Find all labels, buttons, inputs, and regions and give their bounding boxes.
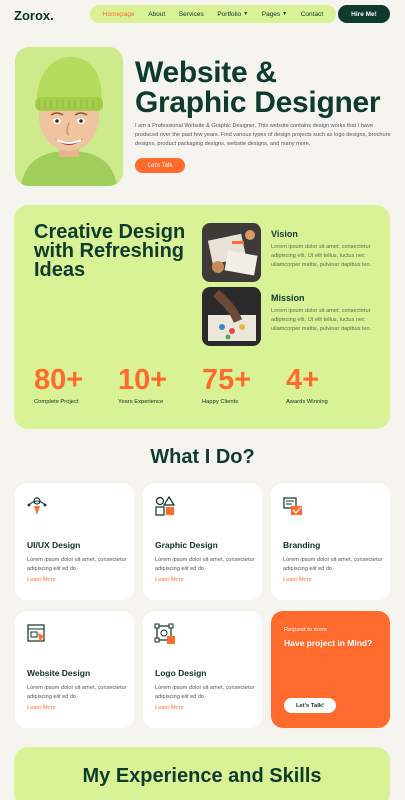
web-cursor-icon: [27, 624, 46, 643]
branding-board-icon: [283, 497, 302, 515]
cta-kicker: Request to more: [284, 627, 327, 633]
experience-panel: My Experience and Skills: [14, 747, 390, 800]
learn-more-link[interactable]: Learn More: [27, 705, 56, 711]
mission-photo: [202, 287, 261, 346]
card-desc: Lorem ipsum dolor sit amet, consectetur …: [283, 557, 383, 572]
service-card-branding[interactable]: Branding Lorem ipsum dolor sit amet, con…: [271, 483, 390, 600]
portrait-illustration: [15, 47, 123, 186]
card-desc: Lorem ipsum dolor sit amet, consectetur …: [27, 685, 127, 700]
vision-photo: [202, 223, 261, 282]
card-title: Website Design: [27, 668, 91, 678]
mission-image: [202, 287, 261, 346]
service-card-logo[interactable]: Logo Design Lorem ipsum dolor sit amet, …: [143, 611, 262, 728]
site-header: Zorox. Homepage About Services Portfolio…: [0, 0, 405, 30]
uiux-pen-icon: [27, 497, 47, 515]
nav-homepage[interactable]: Homepage: [103, 11, 135, 18]
hero-description: I am a Professional Website & Graphic De…: [135, 123, 391, 147]
nav-label: Contact: [300, 10, 324, 18]
nav-label: Services: [178, 10, 204, 18]
stat-awards: 4+ Awards Winning: [286, 365, 328, 405]
cta-headline: Have project in Mind?: [284, 638, 373, 648]
experience-title: My Experience and Skills: [82, 765, 322, 787]
cta-lets-talk-button[interactable]: Let's Talk!: [284, 698, 336, 713]
vision-desc: Lorem ipsum dolor sit amet, consectetur …: [271, 244, 372, 268]
chevron-down-icon: ▼: [282, 11, 288, 17]
nav-about[interactable]: About: [148, 11, 165, 18]
creative-panel: Creative Design with Refreshing Ideas Vi…: [14, 205, 390, 429]
learn-more-link[interactable]: Learn More: [27, 577, 56, 583]
chevron-down-icon: ▼: [243, 11, 249, 17]
nav-label: Pages: [261, 10, 281, 18]
learn-more-link[interactable]: Learn More: [155, 705, 184, 711]
nav-label: Homepage: [102, 10, 135, 18]
card-title: Graphic Design: [155, 540, 218, 550]
card-desc: Lorem ipsum dolor sit amet, consectetur …: [155, 685, 255, 700]
card-title: Branding: [283, 540, 321, 550]
vision-title: Vision: [271, 229, 298, 239]
stat-number: 75+: [202, 364, 252, 396]
stat-label: Complete Project: [34, 399, 79, 405]
hero-title-line: Graphic Designer: [135, 86, 381, 119]
stat-clients: 75+ Happy Clients: [202, 365, 251, 405]
nav-contact[interactable]: Contact: [301, 11, 323, 18]
lets-talk-button[interactable]: Let's Talk: [135, 158, 185, 173]
hero-portrait: [15, 47, 123, 186]
mission-title: Mission: [271, 293, 305, 303]
main-nav: Homepage About Services Portfolio ▼ Pages…: [90, 5, 336, 23]
nav-services[interactable]: Services: [179, 11, 204, 18]
nav-label: About: [148, 10, 166, 18]
card-desc: Lorem ipsum dolor sit amet, consectetur …: [27, 557, 127, 572]
stat-label: Years Experience: [118, 399, 164, 405]
service-card-website[interactable]: Website Design Lorem ipsum dolor sit ame…: [15, 611, 134, 728]
vision-image: [202, 223, 261, 282]
hero-title: Website & Graphic Designer: [135, 58, 395, 118]
shapes-icon: [155, 495, 176, 516]
service-card-uiux[interactable]: UI/UX Design Lorem ipsum dolor sit amet,…: [15, 483, 134, 600]
stat-number: 10+: [118, 364, 168, 396]
stat-experience: 10+ Years Experience: [118, 365, 167, 405]
nav-portfolio[interactable]: Portfolio ▼: [217, 11, 248, 18]
card-title: Logo Design: [155, 668, 207, 678]
services-title: What I Do?: [150, 446, 255, 468]
stat-number: 80+: [34, 364, 84, 396]
logo-vector-icon: [154, 623, 175, 644]
nav-label: Portfolio: [217, 10, 242, 18]
stat-label: Happy Clients: [202, 399, 239, 405]
stat-label: Awards Winning: [286, 399, 328, 405]
site-logo[interactable]: Zorox.: [14, 8, 54, 23]
service-card-graphic[interactable]: Graphic Design Lorem ipsum dolor sit ame…: [143, 483, 262, 600]
creative-title: Creative Design with Refreshing Ideas: [34, 221, 186, 281]
nav-pages[interactable]: Pages ▼: [262, 11, 287, 18]
hero-title-line: Website &: [135, 56, 277, 89]
stat-number: 4+: [286, 364, 320, 396]
learn-more-link[interactable]: Learn More: [283, 577, 312, 583]
mission-desc: Lorem ipsum dolor sit amet, consectetur …: [271, 308, 372, 332]
stat-projects: 80+ Complete Project: [34, 365, 83, 405]
card-title: UI/UX Design: [27, 540, 81, 550]
hire-me-button[interactable]: Hire Me!: [338, 5, 390, 23]
learn-more-link[interactable]: Learn More: [155, 577, 184, 583]
project-cta-card: Request to more Have project in Mind? Le…: [271, 611, 390, 728]
card-desc: Lorem ipsum dolor sit amet, consectetur …: [155, 557, 255, 572]
